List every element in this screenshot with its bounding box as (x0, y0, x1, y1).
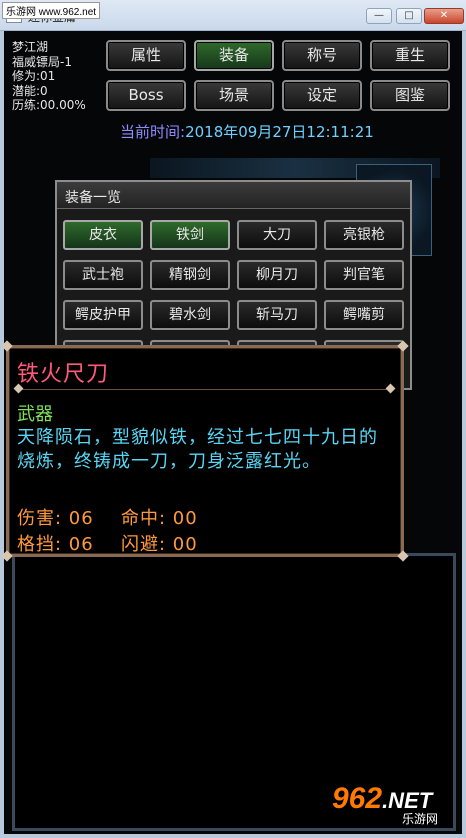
equip-item-button[interactable]: 柳月刀 (237, 260, 317, 290)
equip-item-button[interactable]: 武士袍 (63, 260, 143, 290)
menu-scene-button[interactable]: 场景 (194, 80, 274, 111)
tooltip-stat-dodge: 闪避: 00 (121, 534, 198, 555)
menu-titles-button[interactable]: 称号 (282, 40, 362, 71)
equip-item-button[interactable]: 大刀 (237, 220, 317, 250)
watermark-bottom: 962.NET 乐游网 (332, 782, 438, 826)
menu-boss-button[interactable]: Boss (106, 80, 186, 111)
menu-attributes-button[interactable]: 属性 (106, 40, 186, 71)
equip-item-button[interactable]: 判官笔 (324, 260, 404, 290)
menu-equipment-button[interactable]: 装备 (194, 40, 274, 71)
tooltip-divider (19, 389, 389, 390)
equipment-list-header: 装备一览 (57, 182, 410, 209)
equip-item-button[interactable]: 斩马刀 (237, 300, 317, 330)
tooltip-item-name: 铁火尺刀 (17, 362, 110, 387)
equipment-list-title: 装备一览 (65, 190, 121, 206)
watermark-cn: 乐游网 (402, 812, 439, 826)
watermark-top: 乐游网 www.962.net (2, 2, 101, 19)
equip-item-button[interactable]: 精钢剑 (150, 260, 230, 290)
tooltip-stat-block: 格挡: 06 (17, 534, 94, 555)
tooltip-stat-damage: 伤害: 06 (17, 508, 94, 529)
tooltip-item-type: 武器 (17, 404, 53, 425)
current-time: 当前时间:2018年09月27日12:11:21 (120, 121, 374, 142)
equip-item-button[interactable]: 亮银枪 (324, 220, 404, 250)
player-potential: 潜能:0 (12, 83, 48, 98)
equip-item-button[interactable]: 铁剑 (150, 220, 230, 250)
tooltip-stat-hit: 命中: 00 (121, 508, 198, 529)
minimize-button[interactable]: — (366, 8, 392, 24)
equip-item-button[interactable]: 鳄皮护甲 (63, 300, 143, 330)
time-value: 2018年09月27日12:11:21 (185, 123, 374, 141)
menu-rebirth-button[interactable]: 重生 (370, 40, 450, 71)
item-tooltip: 铁火尺刀 武器 天降陨石，型貌似铁，经过七七四十九日的烧炼，终铸成一刀，刀身泛露… (1, 340, 409, 562)
divider-ornament-icon (385, 383, 396, 394)
close-button[interactable]: ✕ (424, 8, 464, 24)
player-cultivation: 修为:01 (12, 69, 56, 83)
player-stats: 梦江湖 福威镖局-1 修为:01 潜能:0 历练:00.00% (12, 40, 86, 113)
player-location: 福威镖局-1 (12, 54, 72, 69)
menu-codex-button[interactable]: 图鉴 (370, 80, 450, 111)
player-name: 梦江湖 (12, 40, 49, 54)
equip-item-button[interactable]: 鳄嘴剪 (324, 300, 404, 330)
player-experience: 历练:00.00% (12, 98, 86, 112)
time-label: 当前时间: (120, 123, 186, 141)
maximize-button[interactable]: □ (396, 8, 422, 24)
watermark-number: 962 (332, 782, 383, 815)
tooltip-description: 天降陨石，型貌似铁，经过七七四十九日的烧炼，终铸成一刀，刀身泛露红光。 (17, 427, 378, 472)
equip-item-button[interactable]: 碧水剑 (150, 300, 230, 330)
equip-item-button[interactable]: 皮衣 (63, 220, 143, 250)
menu-settings-button[interactable]: 设定 (282, 80, 362, 111)
